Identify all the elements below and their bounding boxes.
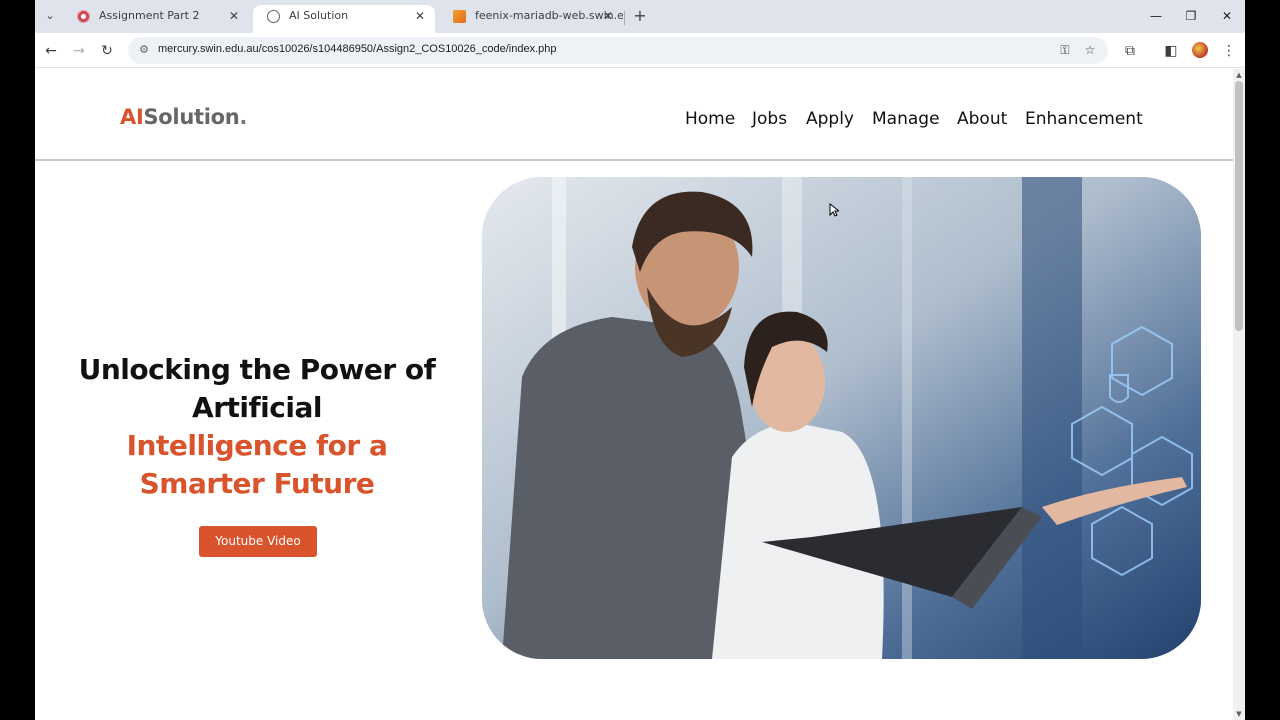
tab-assignment[interactable]: Assignment Part 2 ✕: [63, 5, 249, 33]
window-close-icon[interactable]: ✕: [1212, 5, 1242, 27]
logo-solution: Solution: [143, 105, 240, 129]
minimize-icon[interactable]: —: [1141, 5, 1171, 27]
forward-arrow-icon[interactable]: →: [68, 40, 90, 62]
globe-favicon-icon: [267, 10, 280, 23]
tab-close-icon[interactable]: ✕: [229, 5, 239, 27]
tab-title: feenix-mariadb-web.swin.edu.a: [475, 9, 623, 22]
browser-window: ⌄ Assignment Part 2 ✕ AI Solution ✕ feen…: [35, 0, 1245, 720]
logo-ai: AI: [120, 105, 144, 129]
youtube-video-button[interactable]: Youtube Video: [199, 526, 317, 557]
screen: ⌄ Assignment Part 2 ✕ AI Solution ✕ feen…: [0, 0, 1280, 720]
extensions-puzzle-icon[interactable]: ⧉: [1119, 40, 1141, 62]
tab-feenix[interactable]: feenix-mariadb-web.swin.edu.a ✕: [439, 5, 623, 33]
nav-apply[interactable]: Apply: [806, 109, 854, 129]
page-scrollbar[interactable]: ▲ ▼: [1233, 69, 1245, 720]
canvas-favicon-icon: [77, 10, 90, 23]
url-text[interactable]: mercury.swin.edu.au/cos10026/s104486950/…: [158, 43, 557, 55]
nav-enhancement[interactable]: Enhancement: [1025, 109, 1143, 129]
profile-avatar[interactable]: [1192, 42, 1208, 58]
tab-close-icon[interactable]: ✕: [415, 5, 425, 27]
tab-title: Assignment Part 2: [99, 9, 200, 22]
tab-strip: ⌄ Assignment Part 2 ✕ AI Solution ✕ feen…: [35, 0, 1245, 33]
tab-ai-solution[interactable]: AI Solution ✕: [253, 5, 435, 33]
phpmyadmin-favicon-icon: [453, 10, 466, 23]
address-bar[interactable]: ⚙ mercury.swin.edu.au/cos10026/s10448695…: [128, 37, 1108, 64]
password-key-icon[interactable]: ⚿: [1056, 41, 1074, 59]
hero-image: [482, 177, 1201, 659]
new-tab-plus-icon[interactable]: +: [629, 5, 651, 27]
reload-icon[interactable]: ↻: [96, 40, 118, 62]
site-logo[interactable]: AISolution.: [120, 105, 247, 129]
hero-heading-line2: Intelligence for a Smarter Future: [126, 429, 388, 500]
site-header: AISolution. Home Jobs Apply Manage About…: [35, 69, 1233, 161]
hero-heading-line1: Unlocking the Power of Artificial: [78, 353, 436, 424]
site-settings-icon[interactable]: ⚙: [137, 43, 151, 57]
mouse-cursor-icon: [829, 203, 839, 217]
tab-title: AI Solution: [289, 9, 349, 22]
tab-close-icon[interactable]: ✕: [603, 5, 613, 27]
side-panel-icon[interactable]: ◧: [1160, 40, 1182, 62]
tab-search-chevron-icon[interactable]: ⌄: [40, 6, 60, 26]
tab-divider: [624, 11, 625, 25]
hero-heading: Unlocking the Power of Artificial Intell…: [65, 351, 449, 503]
bookmark-star-icon[interactable]: ☆: [1081, 41, 1099, 59]
back-arrow-icon[interactable]: ←: [40, 40, 62, 62]
restore-icon[interactable]: ❐: [1176, 5, 1206, 27]
browser-toolbar: ← → ↻ ⚙ mercury.swin.edu.au/cos10026/s10…: [35, 33, 1245, 68]
hero-photo-illustration: [482, 177, 1201, 659]
nav-about[interactable]: About: [957, 109, 1007, 129]
logo-dot: .: [239, 105, 248, 129]
nav-jobs[interactable]: Jobs: [752, 109, 787, 129]
menu-dots-icon[interactable]: ⋮: [1218, 40, 1240, 62]
scroll-thumb[interactable]: [1235, 81, 1243, 331]
web-page: AISolution. Home Jobs Apply Manage About…: [35, 69, 1233, 720]
scroll-down-icon[interactable]: ▼: [1234, 709, 1244, 719]
nav-manage[interactable]: Manage: [872, 109, 940, 129]
scroll-up-icon[interactable]: ▲: [1234, 70, 1244, 80]
nav-home[interactable]: Home: [685, 109, 735, 129]
